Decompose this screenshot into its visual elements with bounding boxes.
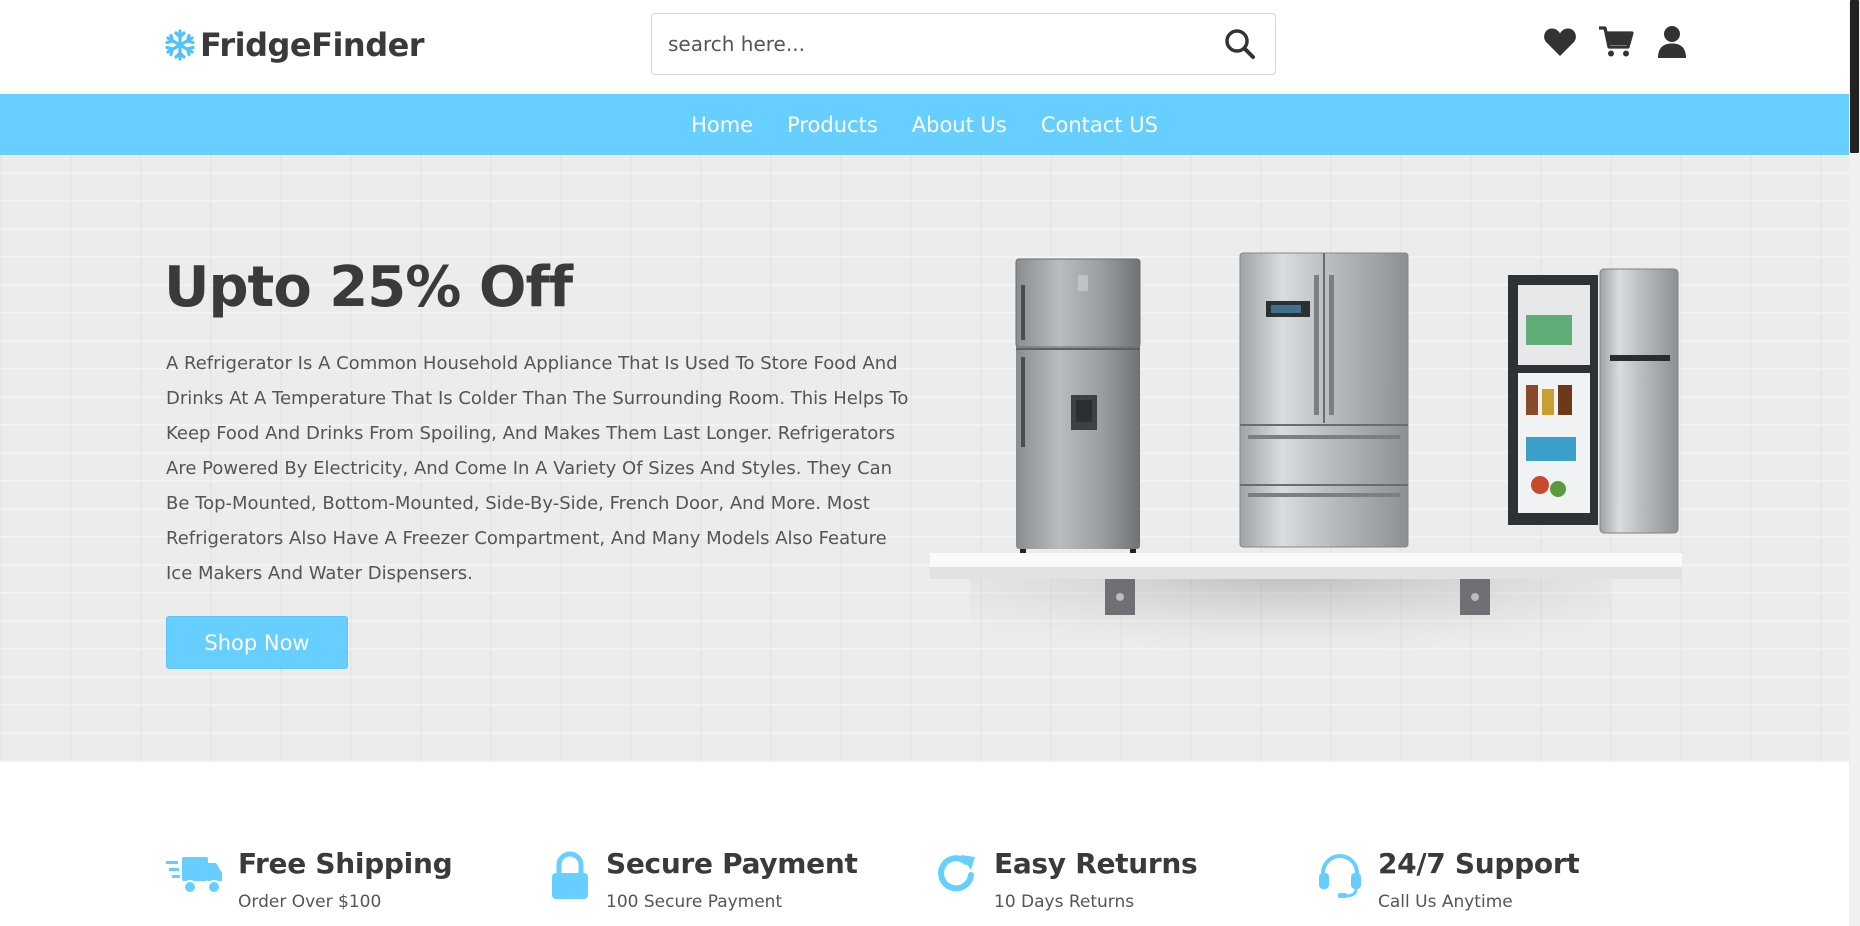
scrollbar-thumb[interactable] xyxy=(1850,0,1859,153)
headset-icon xyxy=(1319,854,1361,898)
nav-products[interactable]: Products xyxy=(787,113,878,137)
heart-icon xyxy=(1544,28,1576,56)
fridges-on-shelf-image xyxy=(930,252,1682,685)
brand-logo[interactable]: FridgeFinder xyxy=(164,26,425,64)
search-icon xyxy=(1225,29,1255,59)
feature-title: Secure Payment xyxy=(606,847,858,880)
hero-description: A Refrigerator Is A Common Household App… xyxy=(166,353,909,584)
feature-subtitle: 100 Secure Payment xyxy=(606,892,783,912)
nav-about-us[interactable]: About Us xyxy=(912,113,1007,137)
site-header: FridgeFinder xyxy=(0,0,1849,94)
header-actions xyxy=(1542,22,1690,62)
brand-name: FridgeFinder xyxy=(200,26,425,64)
cart-button[interactable] xyxy=(1598,22,1634,62)
account-button[interactable] xyxy=(1654,22,1690,62)
feature-support: 24/7 Support Call Us Anytime xyxy=(1316,847,1580,912)
feature-subtitle: Call Us Anytime xyxy=(1378,892,1513,912)
nav-home[interactable]: Home xyxy=(691,113,753,137)
feature-free-shipping: Free Shipping Order Over $100 xyxy=(166,847,453,912)
feature-subtitle: 10 Days Returns xyxy=(994,892,1135,912)
feature-easy-returns: Easy Returns 10 Days Returns xyxy=(934,847,1198,912)
fridge-top-freezer xyxy=(1015,258,1141,555)
features-section: Free Shipping Order Over $100 Secure Pay… xyxy=(0,762,1849,926)
search-input[interactable] xyxy=(652,14,1205,74)
cart-icon xyxy=(1599,26,1634,57)
hero-title: Upto 25% Off xyxy=(164,255,573,320)
wishlist-button[interactable] xyxy=(1542,22,1578,62)
feature-title: Free Shipping xyxy=(238,847,453,880)
main-nav: Home Products About Us Contact US xyxy=(0,94,1849,155)
fridge-french-door xyxy=(1239,252,1409,548)
feature-title: Easy Returns xyxy=(994,847,1198,880)
lock-icon xyxy=(552,851,588,899)
user-icon xyxy=(1658,26,1686,58)
nav-contact-us[interactable]: Contact US xyxy=(1041,113,1158,137)
feature-title: 24/7 Support xyxy=(1378,847,1580,880)
hero-banner: Upto 25% Off A Refrigerator Is A Common … xyxy=(0,155,1849,762)
search-bar xyxy=(651,13,1276,75)
shop-now-button[interactable]: Shop Now xyxy=(166,616,348,669)
feature-secure-payment: Secure Payment 100 Secure Payment xyxy=(548,847,858,912)
search-button[interactable] xyxy=(1205,14,1275,74)
fridge-mini-open xyxy=(1508,268,1679,534)
feature-subtitle: Order Over $100 xyxy=(238,892,382,912)
snowflake-icon xyxy=(165,29,195,61)
refresh-icon xyxy=(938,855,975,892)
truck-icon xyxy=(166,857,222,894)
page-scrollbar[interactable] xyxy=(1849,0,1860,926)
